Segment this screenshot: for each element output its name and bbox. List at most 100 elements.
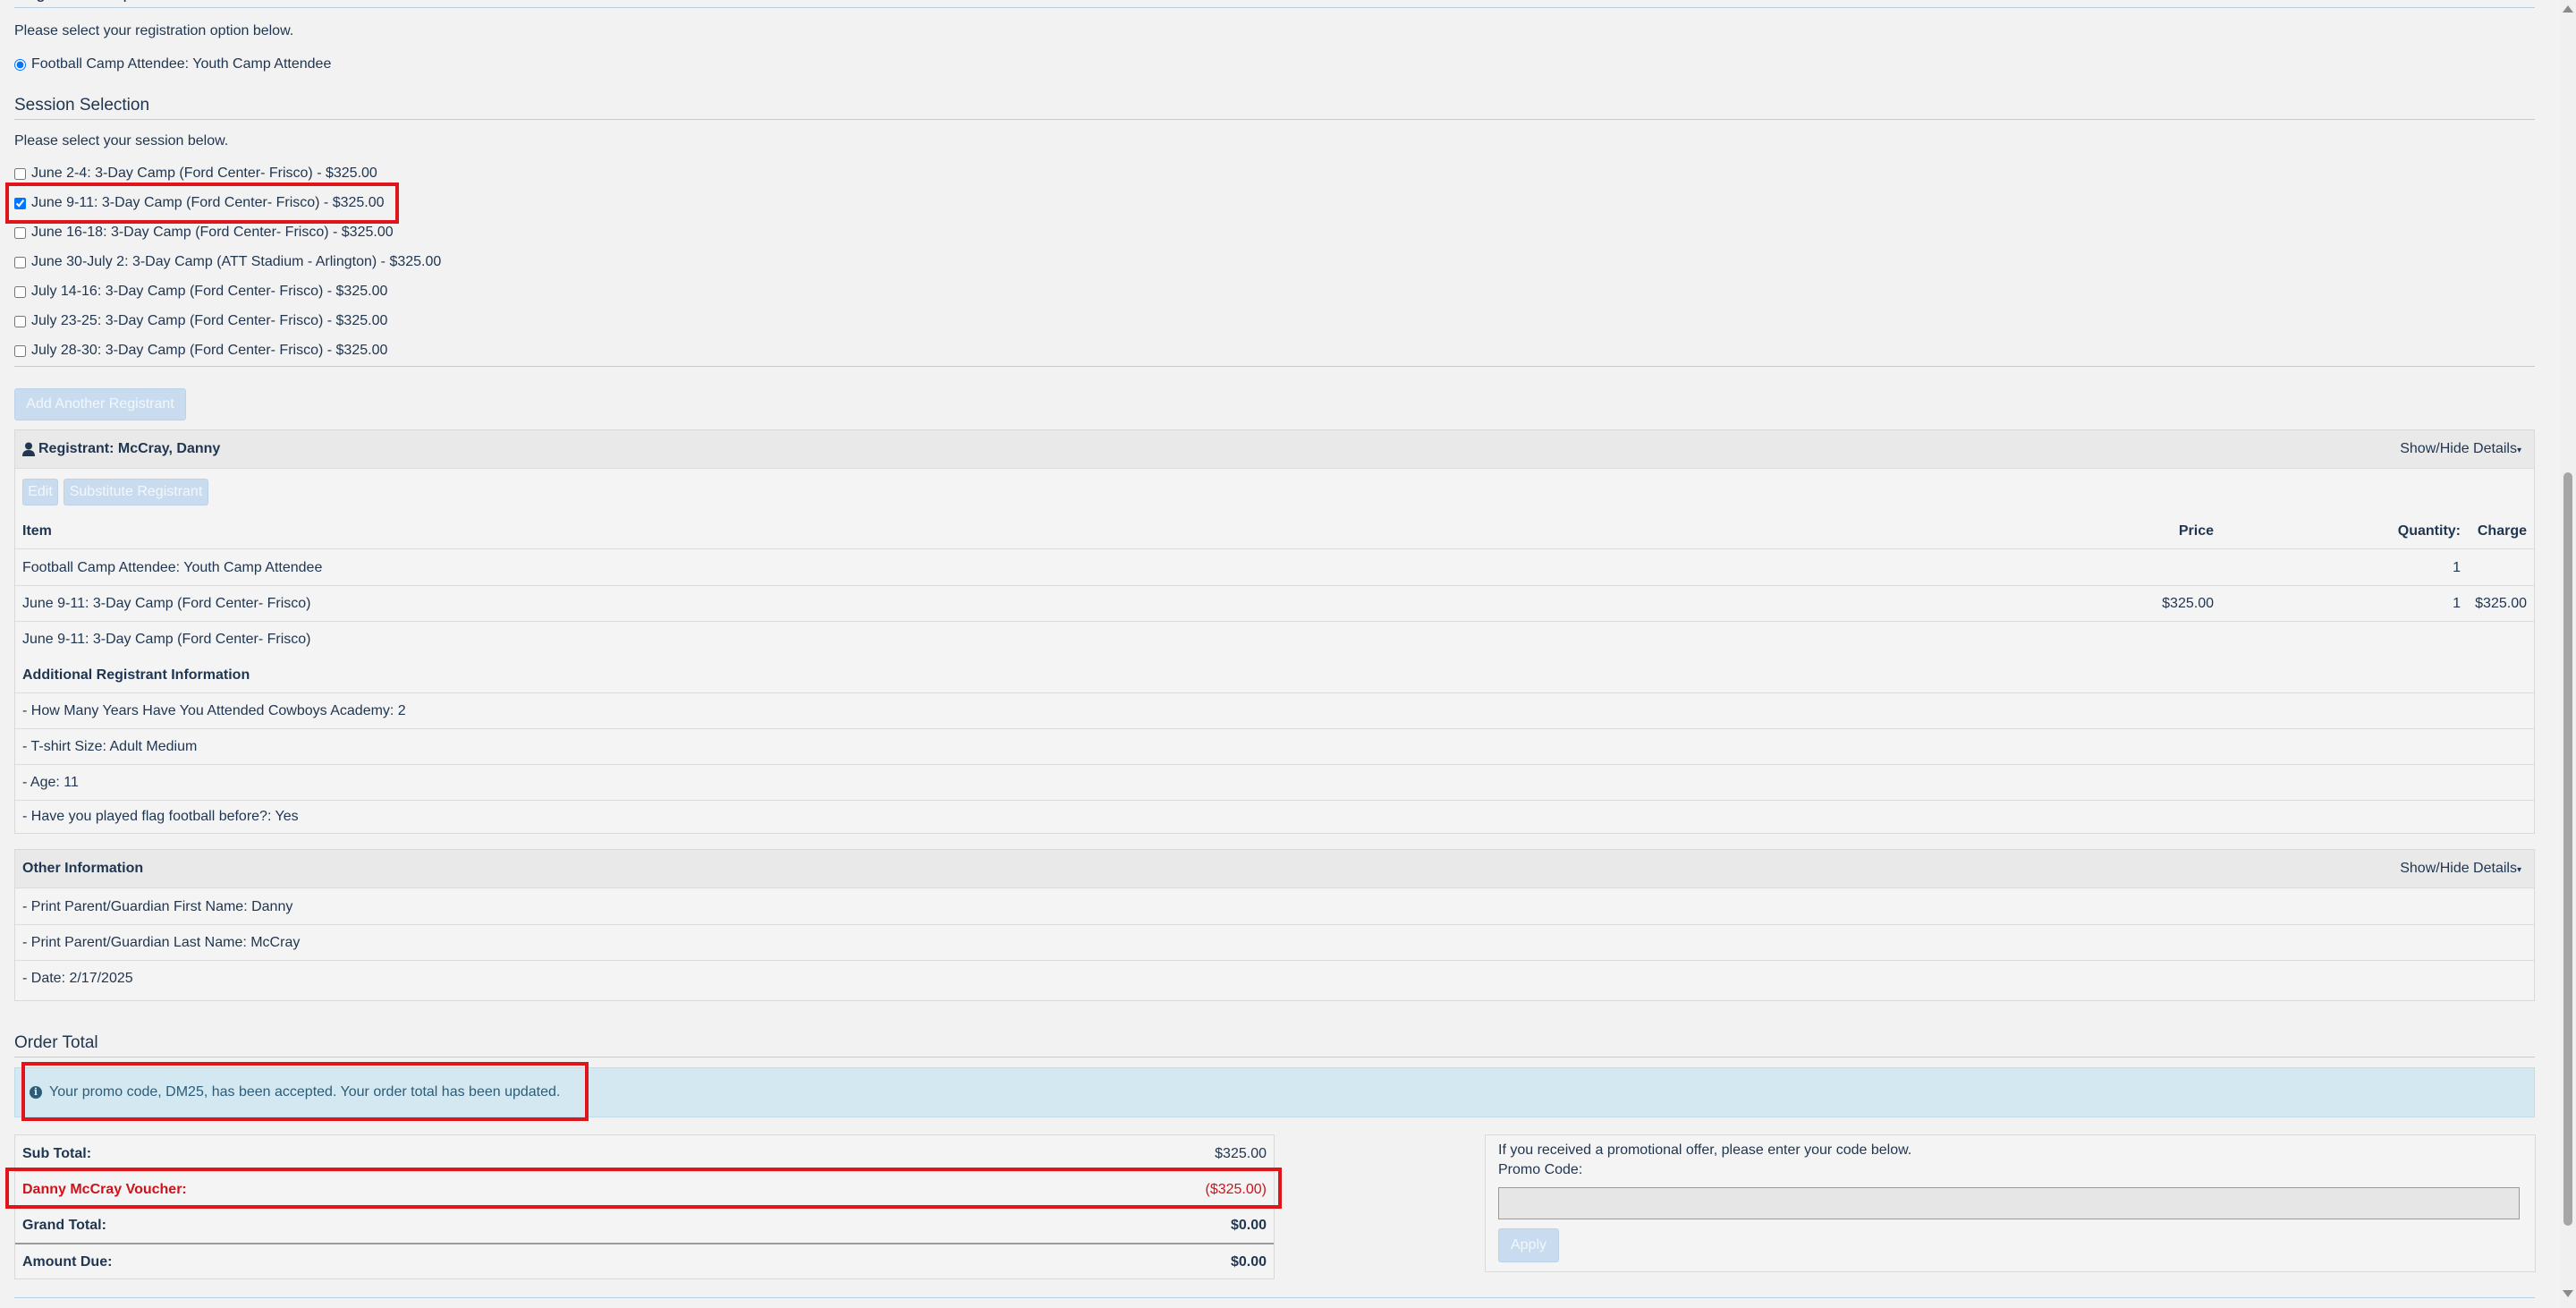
- voucher-label: Danny McCray Voucher:: [22, 1182, 187, 1197]
- item-name: June 9-11: 3-Day Camp (Ford Center- Fris…: [22, 632, 311, 647]
- scrollbar-thumb[interactable]: [2563, 472, 2572, 1226]
- promo-accepted-alert: i Your promo code, DM25, has been accept…: [14, 1067, 2535, 1117]
- list-item: - How Many Years Have You Attended Cowbo…: [15, 692, 2534, 729]
- session-label: July 23-25: 3-Day Camp (Ford Center- Fri…: [31, 313, 388, 328]
- table-row: Football Camp Attendee: Youth Camp Atten…: [15, 549, 2534, 586]
- session-label: June 30-July 2: 3-Day Camp (ATT Stadium …: [31, 254, 442, 269]
- list-item: - Age: 11: [15, 764, 2534, 801]
- list-item: - Date: 2/17/2025: [15, 960, 2534, 999]
- substitute-registrant-button[interactable]: Substitute Registrant: [64, 479, 208, 505]
- page-scrollbar[interactable]: [2560, 0, 2576, 1308]
- item-quantity: 1: [2453, 596, 2461, 611]
- column-price: Price: [2178, 523, 2214, 539]
- session-label: June 9-11: 3-Day Camp (Ford Center- Fris…: [31, 195, 385, 210]
- voucher-value: ($325.00): [1205, 1182, 1267, 1197]
- grand-total-value: $0.00: [1230, 1218, 1267, 1233]
- item-name: Football Camp Attendee: Youth Camp Atten…: [22, 560, 323, 575]
- bottom-divider: [14, 1297, 2535, 1298]
- promo-code-input[interactable]: [1498, 1187, 2520, 1219]
- promo-code-label: Promo Code:: [1498, 1162, 1583, 1177]
- session-checkbox[interactable]: [14, 226, 26, 239]
- session-checkbox[interactable]: [14, 285, 26, 298]
- additional-info-value: - Age: 11: [22, 775, 79, 790]
- amount-due-value: $0.00: [1230, 1254, 1267, 1270]
- item-name: June 9-11: 3-Day Camp (Ford Center- Fris…: [22, 596, 311, 611]
- registrant-panel: Registrant: McCray, Danny Show/Hide Deta…: [14, 429, 2535, 834]
- other-info-show-hide-toggle[interactable]: Show/Hide Details▾: [2400, 861, 2521, 877]
- table-row: June 9-11: 3-Day Camp (Ford Center- Fris…: [15, 621, 2534, 657]
- items-table-header: Item Price Quantity: Charge: [15, 513, 2534, 549]
- column-quantity: Quantity:: [2397, 523, 2461, 539]
- sub-total-row: Sub Total: $325.00: [15, 1135, 1274, 1172]
- registrant-show-hide-toggle[interactable]: Show/Hide Details▾: [2400, 441, 2521, 457]
- scroll-up-arrow-icon[interactable]: [2563, 5, 2573, 13]
- user-icon: [22, 442, 35, 456]
- session-option-july-28-30[interactable]: July 28-30: 3-Day Camp (Ford Center- Fri…: [14, 343, 387, 359]
- other-information-panel: Other Information Show/Hide Details▾ - P…: [14, 849, 2535, 1001]
- promo-intro: If you received a promotional offer, ple…: [1498, 1142, 1912, 1158]
- session-checkbox[interactable]: [14, 315, 26, 327]
- session-option-july-23-25[interactable]: July 23-25: 3-Day Camp (Ford Center- Fri…: [14, 313, 387, 329]
- registration-option-header: Registration Option: [14, 0, 2535, 8]
- alert-content: i Your promo code, DM25, has been accept…: [30, 1084, 560, 1100]
- registration-option-label: Football Camp Attendee: Youth Camp Atten…: [31, 56, 332, 72]
- caret-down-icon: ▾: [2516, 446, 2521, 455]
- session-option-june-9-11[interactable]: June 9-11: 3-Day Camp (Ford Center- Fris…: [14, 195, 385, 211]
- additional-info-value: - How Many Years Have You Attended Cowbo…: [22, 703, 406, 718]
- amount-due-row: Amount Due: $0.00: [15, 1244, 1274, 1279]
- session-selection-prompt: Please select your session below.: [14, 133, 229, 149]
- other-info-value: - Print Parent/Guardian Last Name: McCra…: [22, 935, 301, 950]
- promo-code-panel: If you received a promotional offer, ple…: [1485, 1134, 2536, 1272]
- voucher-row: Danny McCray Voucher: ($325.00): [15, 1171, 1274, 1208]
- other-information-title: Other Information: [22, 861, 144, 876]
- registration-option-prompt: Please select your registration option b…: [14, 23, 294, 38]
- registrant-title: Registrant: McCray, Danny: [22, 441, 220, 457]
- session-checkbox[interactable]: [14, 344, 26, 357]
- apply-promo-button[interactable]: Apply: [1498, 1228, 1559, 1262]
- other-info-value: - Print Parent/Guardian First Name: Dann…: [22, 899, 293, 914]
- order-total-header: Order Total: [14, 1033, 2535, 1057]
- list-item: - Print Parent/Guardian First Name: Dann…: [15, 888, 2534, 925]
- registration-option-radio[interactable]: Football Camp Attendee: Youth Camp Atten…: [14, 56, 331, 72]
- session-label: July 28-30: 3-Day Camp (Ford Center- Fri…: [31, 343, 388, 358]
- session-checkbox[interactable]: [14, 197, 26, 209]
- list-item: - Have you played flag football before?:…: [15, 800, 2534, 832]
- list-item: - T-shirt Size: Adult Medium: [15, 728, 2534, 765]
- session-label: June 16-18: 3-Day Camp (Ford Center- Fri…: [31, 225, 394, 240]
- session-selection-header: Session Selection: [14, 96, 2535, 120]
- edit-registrant-button[interactable]: Edit: [22, 479, 58, 505]
- grand-total-row: Grand Total: $0.00: [15, 1207, 1274, 1244]
- session-label: June 2-4: 3-Day Camp (Ford Center- Frisc…: [31, 166, 377, 181]
- other-information-header: Other Information Show/Hide Details▾: [15, 850, 2534, 888]
- sub-total-label: Sub Total:: [22, 1146, 92, 1161]
- item-quantity: 1: [2453, 560, 2461, 575]
- amount-due-label: Amount Due:: [22, 1254, 113, 1270]
- registration-option-radio-input[interactable]: [14, 58, 26, 71]
- additional-info-header: Additional Registrant Information: [15, 657, 2534, 693]
- additional-info-value: - Have you played flag football before?:…: [22, 809, 299, 824]
- other-info-value: - Date: 2/17/2025: [22, 971, 133, 986]
- table-row: June 9-11: 3-Day Camp (Ford Center- Fris…: [15, 585, 2534, 622]
- session-option-june-2-4[interactable]: June 2-4: 3-Day Camp (Ford Center- Frisc…: [14, 166, 377, 182]
- session-checkbox[interactable]: [14, 256, 26, 268]
- list-item: - Print Parent/Guardian Last Name: McCra…: [15, 924, 2534, 961]
- promo-accepted-message: Your promo code, DM25, has been accepted…: [49, 1084, 561, 1100]
- grand-total-label: Grand Total:: [22, 1218, 106, 1233]
- toggle-label: Show/Hide Details: [2400, 441, 2517, 456]
- session-option-june-16-18[interactable]: June 16-18: 3-Day Camp (Ford Center- Fri…: [14, 225, 394, 241]
- session-option-july-14-16[interactable]: July 14-16: 3-Day Camp (Ford Center- Fri…: [14, 284, 387, 300]
- toggle-label: Show/Hide Details: [2400, 861, 2517, 876]
- sub-total-value: $325.00: [1215, 1146, 1267, 1161]
- scroll-down-arrow-icon[interactable]: [2563, 1290, 2573, 1297]
- add-another-registrant-button[interactable]: Add Another Registrant: [14, 388, 186, 420]
- session-divider: [14, 366, 2535, 367]
- session-option-june-30-july-2[interactable]: June 30-July 2: 3-Day Camp (ATT Stadium …: [14, 254, 441, 270]
- item-price: $325.00: [2162, 596, 2214, 611]
- info-icon: i: [30, 1086, 42, 1099]
- session-checkbox[interactable]: [14, 167, 26, 180]
- column-item: Item: [22, 523, 52, 539]
- registrant-name: Registrant: McCray, Danny: [38, 441, 221, 456]
- item-charge: $325.00: [2475, 596, 2527, 611]
- additional-info-title: Additional Registrant Information: [22, 667, 250, 683]
- order-totals-table: Sub Total: $325.00 Danny McCray Voucher:…: [14, 1134, 1275, 1279]
